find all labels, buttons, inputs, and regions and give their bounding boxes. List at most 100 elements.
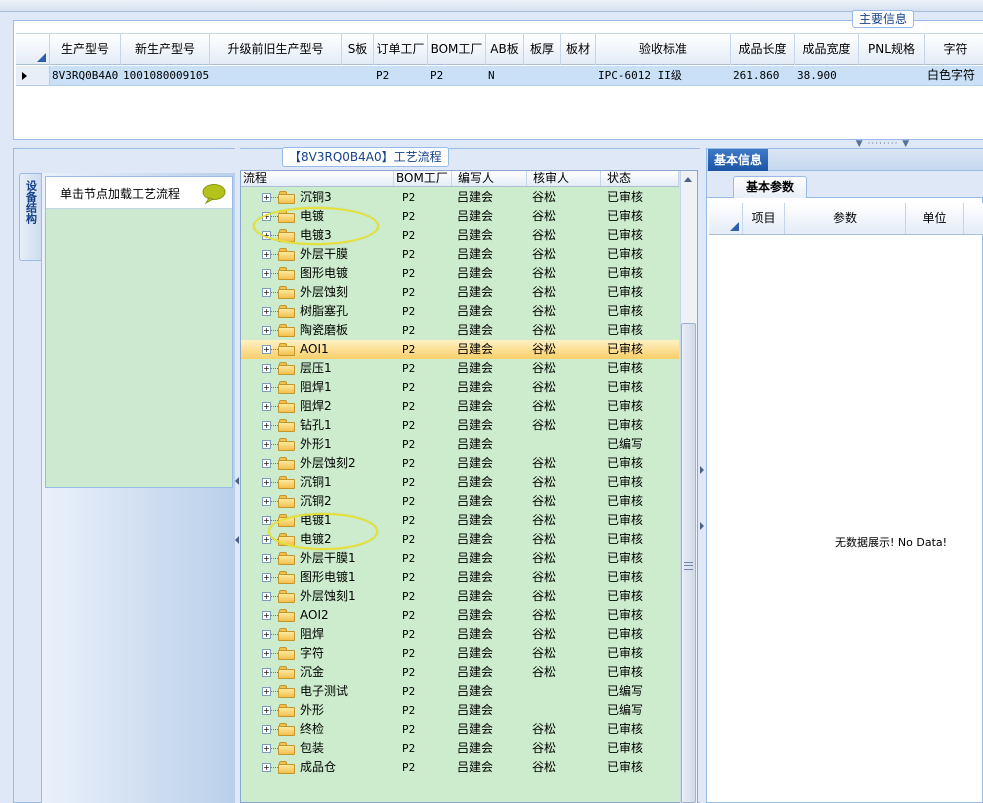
main-column-header[interactable]: 订单工厂 [374, 34, 428, 65]
tree-row[interactable]: + AOI2 P2 吕建会 谷松 已审核 [241, 606, 679, 625]
collapse-right-arrow-icon[interactable] [700, 466, 704, 474]
tree-row[interactable]: + 字符 P2 吕建会 谷松 已审核 [241, 644, 679, 663]
tree-row[interactable]: + 阻焊1 P2 吕建会 谷松 已审核 [241, 378, 679, 397]
collapse-left-arrow-icon[interactable] [235, 536, 239, 544]
main-column-header[interactable]: 升级前旧生产型号 [210, 34, 342, 65]
expand-toggle-icon[interactable]: + [262, 497, 271, 506]
expand-toggle-icon[interactable]: + [262, 630, 271, 639]
expand-toggle-icon[interactable]: + [262, 193, 271, 202]
expand-toggle-icon[interactable]: + [262, 706, 271, 715]
tree-row[interactable]: + AOI1 P2 吕建会 谷松 已审核 [241, 340, 679, 359]
expand-toggle-icon[interactable]: + [262, 288, 271, 297]
main-column-header[interactable]: AB板 [486, 34, 524, 65]
tab-basic-params[interactable]: 基本参数 [733, 176, 807, 198]
folder-icon [278, 381, 295, 394]
tree-row[interactable]: + 沉铜1 P2 吕建会 谷松 已审核 [241, 473, 679, 492]
status-cell: 已审核 [607, 342, 644, 356]
column-header-reviewer[interactable]: 核审人 [527, 171, 601, 186]
expand-toggle-icon[interactable]: + [262, 744, 271, 753]
main-column-header[interactable]: 新生产型号 [121, 34, 210, 65]
right-vertical-splitter[interactable] [700, 148, 705, 803]
expand-toggle-icon[interactable]: + [262, 459, 271, 468]
tree-row[interactable]: + 图形电镀1 P2 吕建会 谷松 已审核 [241, 568, 679, 587]
tab-basic-info[interactable]: 基本信息 [708, 149, 769, 171]
expand-toggle-icon[interactable]: + [262, 763, 271, 772]
tree-row[interactable]: + 沉铜3 P2 吕建会 谷松 已审核 [241, 188, 679, 207]
tree-row[interactable]: + 外层蚀刻 P2 吕建会 谷松 已审核 [241, 283, 679, 302]
expand-toggle-icon[interactable]: + [262, 307, 271, 316]
tree-row[interactable]: + 钻孔1 P2 吕建会 谷松 已审核 [241, 416, 679, 435]
main-column-header[interactable]: 字符 [925, 34, 983, 65]
expand-toggle-icon[interactable]: + [262, 592, 271, 601]
column-header-unit[interactable]: 单位 [906, 203, 964, 234]
expand-toggle-icon[interactable]: + [262, 725, 271, 734]
expand-toggle-icon[interactable]: + [262, 478, 271, 487]
collapse-right-arrow-icon[interactable] [700, 522, 704, 530]
process-name: 层压1 [300, 361, 332, 375]
column-header-param[interactable]: 参数 [785, 203, 906, 234]
tree-row[interactable]: + 图形电镀 P2 吕建会 谷松 已审核 [241, 264, 679, 283]
side-tab-equipment-structure[interactable]: 设备结构 [19, 173, 42, 261]
main-column-header[interactable]: 验收标准 [596, 34, 731, 65]
expand-toggle-icon[interactable]: + [262, 402, 271, 411]
main-column-header[interactable]: 成品长度 [731, 34, 795, 65]
column-header-status[interactable]: 状态 [601, 171, 679, 186]
tree-row[interactable]: + 沉铜2 P2 吕建会 谷松 已审核 [241, 492, 679, 511]
tree-row[interactable]: + 树脂塞孔 P2 吕建会 谷松 已审核 [241, 302, 679, 321]
bom-factory-cell: P2 [402, 248, 416, 261]
expand-toggle-icon[interactable]: + [262, 250, 271, 259]
main-column-header[interactable]: 生产型号 [50, 34, 121, 65]
expand-toggle-icon[interactable]: + [262, 516, 271, 525]
main-column-header[interactable]: 成品宽度 [795, 34, 859, 65]
tree-row[interactable]: + 外层蚀刻1 P2 吕建会 谷松 已审核 [241, 587, 679, 606]
expand-toggle-icon[interactable]: + [262, 573, 271, 582]
main-column-header[interactable]: BOM工厂 [428, 34, 486, 65]
expand-toggle-icon[interactable]: + [262, 383, 271, 392]
column-header-writer[interactable]: 编写人 [452, 171, 527, 186]
column-header-item[interactable]: 项目 [743, 203, 785, 234]
tree-row[interactable]: + 成品仓 P2 吕建会 谷松 已审核 [241, 758, 679, 777]
splitter-grip-icon[interactable]: ▼ ········ ▼ [848, 140, 918, 149]
expand-toggle-icon[interactable]: + [262, 364, 271, 373]
tree-row[interactable]: + 终检 P2 吕建会 谷松 已审核 [241, 720, 679, 739]
expand-toggle-icon[interactable]: + [262, 440, 271, 449]
main-column-header[interactable]: PNL规格 [859, 34, 925, 65]
tree-row[interactable]: + 外层干膜1 P2 吕建会 谷松 已审核 [241, 549, 679, 568]
tree-connector [271, 254, 278, 255]
main-column-header[interactable]: 板材 [561, 34, 596, 65]
scroll-up-arrow-icon[interactable] [680, 171, 697, 188]
expand-toggle-icon[interactable]: + [262, 649, 271, 658]
tree-row[interactable]: + 阻焊2 P2 吕建会 谷松 已审核 [241, 397, 679, 416]
tree-row[interactable]: + 沉金 P2 吕建会 谷松 已审核 [241, 663, 679, 682]
column-header-bom-factory[interactable]: BOM工厂 [394, 171, 452, 186]
collapse-left-arrow-icon[interactable] [235, 477, 239, 485]
expand-toggle-icon[interactable]: + [262, 269, 271, 278]
main-grid-row[interactable]: 8V3RQ0B4A0 10010800091055 P2 P2 N IPC-6012 II… [16, 66, 983, 86]
tree-row[interactable]: + 外层蚀刻2 P2 吕建会 谷松 已审核 [241, 454, 679, 473]
tree-row[interactable]: + 电子测试 P2 吕建会 已编写 [241, 682, 679, 701]
folder-icon [278, 438, 295, 451]
tree-row[interactable]: + 阻焊 P2 吕建会 谷松 已审核 [241, 625, 679, 644]
expand-toggle-icon[interactable]: + [262, 345, 271, 354]
equipment-tree-box[interactable] [45, 176, 233, 488]
tree-connector [271, 710, 278, 711]
expand-toggle-icon[interactable]: + [262, 326, 271, 335]
main-column-header[interactable]: S板 [342, 34, 374, 65]
expand-toggle-icon[interactable]: + [262, 687, 271, 696]
expand-toggle-icon[interactable]: + [262, 421, 271, 430]
select-all-corner[interactable] [16, 34, 50, 65]
tree-row[interactable]: + 层压1 P2 吕建会 谷松 已审核 [241, 359, 679, 378]
tree-row[interactable]: + 外形1 P2 吕建会 已编写 [241, 435, 679, 454]
select-all-corner[interactable] [709, 203, 743, 234]
tree-row[interactable]: + 包装 P2 吕建会 谷松 已审核 [241, 739, 679, 758]
tree-row[interactable]: + 陶瓷磨板 P2 吕建会 谷松 已审核 [241, 321, 679, 340]
horizontal-splitter[interactable] [13, 140, 983, 148]
expand-toggle-icon[interactable]: + [262, 554, 271, 563]
main-column-header[interactable]: 板厚 [524, 34, 561, 65]
highlight-circle [268, 513, 378, 550]
column-header-process[interactable]: 流程 [241, 171, 394, 186]
expand-toggle-icon[interactable]: + [262, 611, 271, 620]
tree-row[interactable]: + 外形 P2 吕建会 已编写 [241, 701, 679, 720]
expand-toggle-icon[interactable]: + [262, 668, 271, 677]
tree-row[interactable]: + 外层干膜 P2 吕建会 谷松 已审核 [241, 245, 679, 264]
